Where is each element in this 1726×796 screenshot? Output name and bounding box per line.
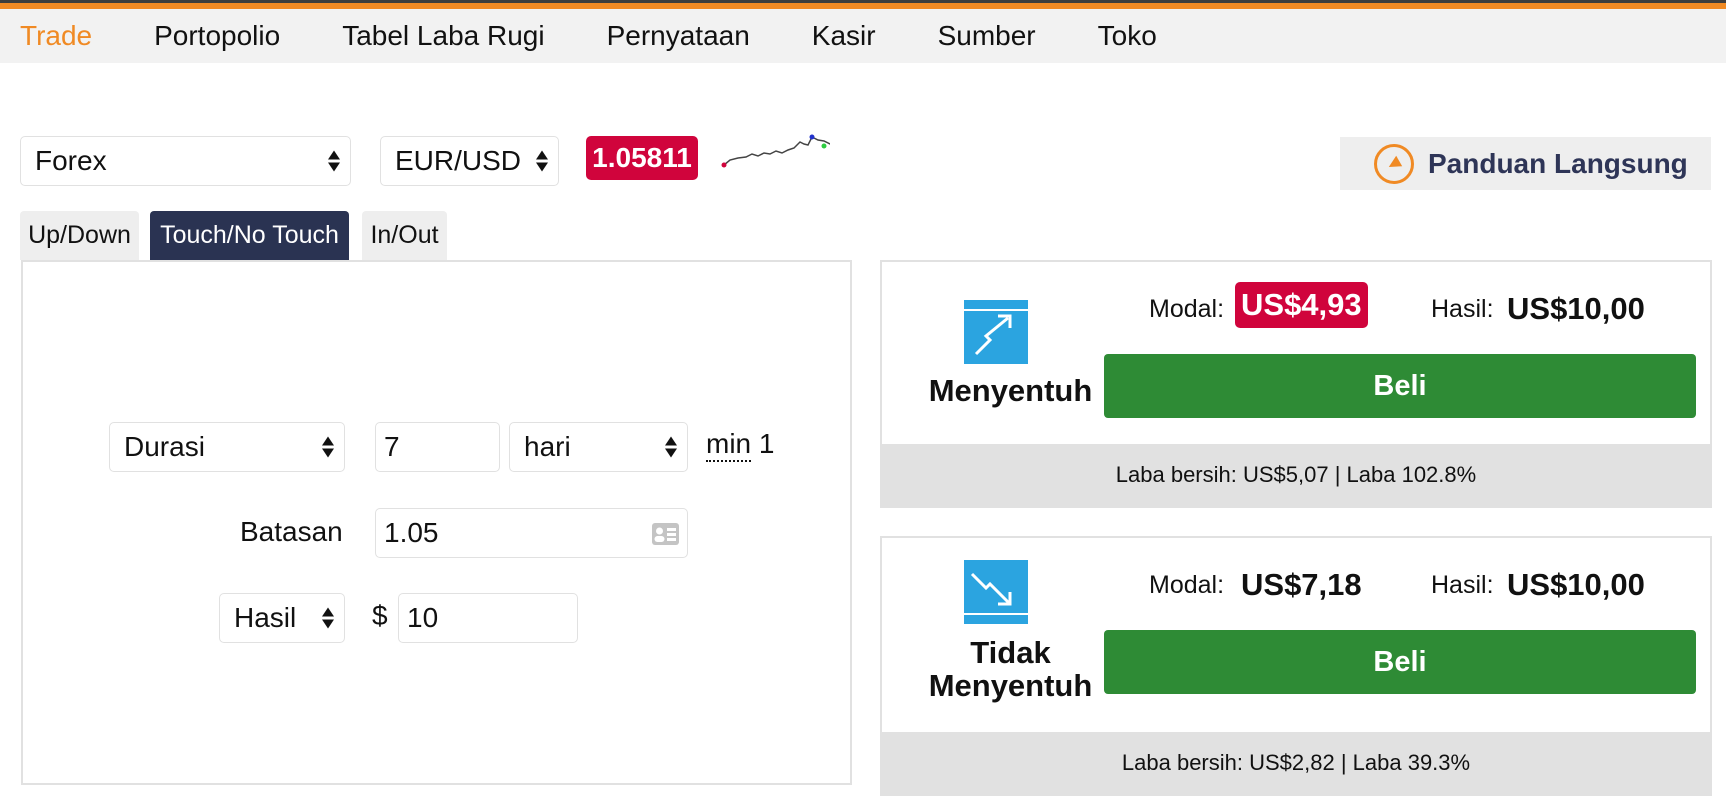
nav-item-shop[interactable]: Toko — [1098, 19, 1157, 53]
duration-amount-input[interactable]: 7 — [375, 422, 500, 472]
select-arrows-icon — [665, 436, 677, 458]
duration-type-value: Durasi — [124, 431, 205, 462]
contact-card-icon[interactable] — [651, 522, 680, 546]
navigation-arrow-icon — [1374, 143, 1414, 184]
currency-symbol: $ — [372, 600, 388, 631]
min-label: min — [706, 428, 752, 462]
contract-card-no-touch: Tidak Menyentuh Modal: US$7,18 Hasil: US… — [880, 536, 1712, 796]
barrier-label: Batasan — [240, 516, 343, 547]
stake-label: Modal: — [1149, 571, 1225, 599]
payout-amount-input[interactable]: 10 — [398, 593, 578, 643]
top-nav-bar: Trade Portopolio Tabel Laba Rugi Pernyat… — [0, 0, 1726, 63]
net-profit-info: Laba bersih: US$2,82 | Laba 39.3% — [882, 732, 1710, 794]
duration-unit-select[interactable]: hari — [509, 422, 688, 472]
select-arrows-icon — [536, 150, 548, 172]
payout-label: Hasil: — [1431, 571, 1494, 599]
stake-label: Modal: — [1149, 295, 1225, 323]
nav-item-portfolio[interactable]: Portopolio — [154, 19, 280, 53]
duration-unit-value: hari — [524, 431, 571, 462]
no-touch-trend-down-icon — [964, 560, 1028, 624]
live-guide-button[interactable]: Panduan Langsung — [1340, 137, 1711, 190]
barrier-input[interactable]: 1.05 — [375, 508, 688, 558]
barrier-value: 1.05 — [384, 517, 439, 548]
tab-touch-no-touch[interactable]: Touch/No Touch — [150, 211, 349, 260]
contract-card-touch: Menyentuh Modal: US$4,93 Hasil: US$10,00… — [880, 260, 1712, 508]
buy-button[interactable]: Beli — [1104, 354, 1696, 418]
main-nav: Trade Portopolio Tabel Laba Rugi Pernyat… — [0, 19, 1157, 53]
min-value: 1 — [758, 428, 775, 459]
contract-title-line2: Menyentuh — [928, 668, 1093, 703]
stake-value: US$4,93 — [1235, 282, 1368, 328]
select-arrows-icon — [328, 150, 340, 172]
net-profit-info: Laba bersih: US$5,07 | Laba 102.8% — [882, 444, 1710, 506]
buy-button[interactable]: Beli — [1104, 630, 1696, 694]
touch-trend-up-icon — [964, 300, 1028, 364]
price-sparkline-icon — [721, 134, 830, 168]
contract-title: Tidak Menyentuh — [928, 636, 1093, 702]
nav-item-cashier[interactable]: Kasir — [812, 19, 876, 53]
nav-item-profit-table[interactable]: Tabel Laba Rugi — [342, 19, 544, 53]
stake-value: US$7,18 — [1241, 567, 1362, 602]
select-arrows-icon — [322, 436, 334, 458]
payout-value: US$10,00 — [1507, 567, 1645, 602]
contract-title: Menyentuh — [928, 373, 1093, 408]
duration-type-select[interactable]: Durasi — [109, 422, 345, 472]
tab-up-down[interactable]: Up/Down — [20, 211, 139, 260]
market-category-value: Forex — [35, 145, 107, 176]
market-symbol-select[interactable]: EUR/USD — [380, 136, 559, 186]
contract-title-line1: Tidak — [970, 635, 1051, 670]
nav-item-resources[interactable]: Sumber — [938, 19, 1036, 53]
nav-item-statement[interactable]: Pernyataan — [607, 19, 750, 53]
payout-type-select[interactable]: Hasil — [219, 593, 345, 643]
market-category-select[interactable]: Forex — [20, 136, 351, 186]
select-arrows-icon — [322, 607, 334, 629]
tab-in-out[interactable]: In/Out — [362, 211, 447, 260]
nav-item-trade[interactable]: Trade — [20, 19, 92, 53]
payout-label: Hasil: — [1431, 295, 1494, 323]
market-symbol-value: EUR/USD — [395, 145, 522, 176]
payout-type-value: Hasil — [234, 602, 297, 633]
spot-price-badge: 1.05811 — [586, 136, 698, 180]
payout-value: US$10,00 — [1507, 291, 1645, 326]
top-accent-line — [0, 0, 1726, 3]
live-guide-label: Panduan Langsung — [1428, 147, 1688, 179]
min-duration-hint: min 1 — [706, 428, 775, 462]
